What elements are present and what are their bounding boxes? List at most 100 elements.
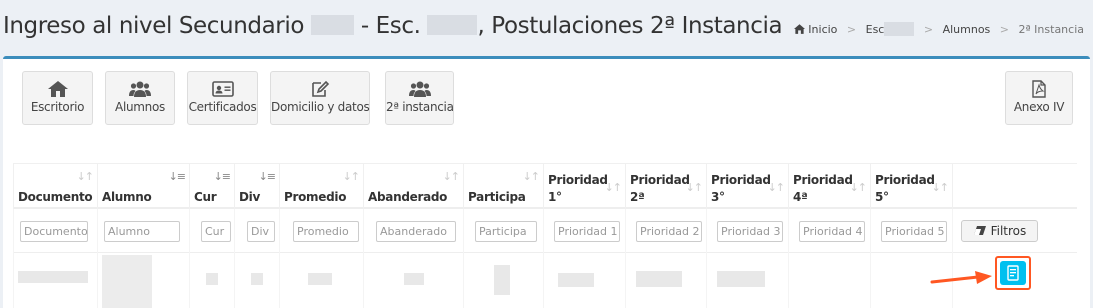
filtros-button-label: Filtros <box>990 224 1027 238</box>
column-documento[interactable]: Documento ↓↑ <box>13 164 97 210</box>
filter-cell: Participa <box>463 209 543 253</box>
column-abanderado[interactable]: Abanderado ↓↑ <box>363 164 463 210</box>
breadcrumb-separator: > <box>999 23 1009 36</box>
column-actions <box>952 164 1077 210</box>
sort-asc-icon: ↓≡ <box>168 170 186 183</box>
column-cur[interactable]: Cur ↓≡ <box>189 164 234 210</box>
sort-icon: ↓↑ <box>442 170 460 183</box>
column-label: Prioridad 5° <box>875 172 935 206</box>
toolbar-segunda-instancia-button[interactable]: 2ª instancia <box>385 71 454 125</box>
row-cell-prioridad-1 <box>543 253 625 308</box>
toolbar-domicilio-button[interactable]: Domicilio y datos <box>270 71 370 125</box>
filter-promedio-input[interactable]: Promedio <box>293 221 359 242</box>
filter-participa-input[interactable]: Participa <box>475 221 537 242</box>
column-label: Prioridad 4ª <box>793 172 853 206</box>
column-label-line2: 3° <box>711 190 725 204</box>
filter-abanderado-input[interactable]: Abanderado <box>376 221 456 242</box>
users-icon <box>408 81 431 97</box>
column-prioridad-2[interactable]: Prioridad 2ª ↓↑ <box>625 164 706 210</box>
sort-icon: ↓↑ <box>931 181 949 194</box>
users-icon <box>129 81 151 97</box>
column-prioridad-5[interactable]: Prioridad 5° ↓↑ <box>870 164 952 210</box>
row-cell-participa <box>463 253 543 308</box>
column-label-line2: 2ª <box>630 190 645 204</box>
column-div[interactable]: Div ↓≡ <box>234 164 279 210</box>
redacted-value <box>404 273 424 285</box>
filter-cell: Documento <box>13 209 97 253</box>
toolbar-button-label: Domicilio y datos <box>271 100 370 114</box>
filter-alumno-input[interactable]: Alumno <box>104 221 180 242</box>
column-label: Documento <box>18 190 93 204</box>
document-icon <box>1007 265 1019 281</box>
home-icon <box>47 81 68 97</box>
column-label-line1: Prioridad <box>793 173 853 187</box>
sort-asc-icon: ↓≡ <box>213 170 231 183</box>
filter-prioridad-4-input[interactable]: Prioridad 4 <box>799 221 865 242</box>
page-header: Ingreso al nivel Secundario - Esc. , Pos… <box>0 0 1093 56</box>
page-title-school: - Esc. <box>360 13 421 39</box>
filter-prioridad-1-input[interactable]: Prioridad 1 <box>554 221 620 242</box>
redacted-value <box>102 255 152 308</box>
redacted-value <box>558 273 594 287</box>
breadcrumb-school[interactable]: Esc <box>866 23 885 36</box>
filter-prioridad-5-input[interactable]: Prioridad 5 <box>881 221 947 242</box>
sort-icon: ↓↑ <box>522 170 540 183</box>
sort-icon: ↓↑ <box>604 181 622 194</box>
column-label-line2: 4ª <box>793 190 808 204</box>
column-participa[interactable]: Participa ↓↑ <box>463 164 543 210</box>
column-label: Prioridad 1° <box>548 172 608 206</box>
column-prioridad-3[interactable]: Prioridad 3° ↓↑ <box>706 164 788 210</box>
row-cell-abanderado <box>363 253 463 308</box>
main-box: Escritorio Alumnos Certificados Domicili… <box>3 56 1090 308</box>
row-cell-prioridad-4 <box>788 253 870 308</box>
row-cell-div <box>234 253 279 308</box>
filter-cur-input[interactable]: Cur <box>201 221 231 242</box>
breadcrumb-current: 2ª Instancia <box>1018 23 1085 36</box>
filter-documento-input[interactable]: Documento <box>20 221 88 242</box>
column-alumno[interactable]: Alumno ↓≡ <box>97 164 189 210</box>
id-card-icon <box>211 81 234 97</box>
breadcrumb-separator: > <box>923 23 934 36</box>
table-row[interactable] <box>13 253 1077 308</box>
filter-cell: Alumno <box>97 209 189 253</box>
toolbar-alumnos-button[interactable]: Alumnos <box>105 71 175 125</box>
sort-icon: ↓↑ <box>76 170 94 183</box>
filter-prioridad-2-input[interactable]: Prioridad 2 <box>636 221 702 242</box>
filter-cell: Promedio <box>279 209 363 253</box>
breadcrumb-students[interactable]: Alumnos <box>943 23 991 36</box>
row-cell-prioridad-3 <box>706 253 788 308</box>
home-icon <box>794 24 806 34</box>
filter-cell: Cur <box>189 209 234 253</box>
column-promedio[interactable]: Promedio ↓↑ <box>279 164 363 210</box>
column-label-line1: Prioridad <box>630 173 690 187</box>
column-label: Abanderado <box>368 190 448 204</box>
filter-div-input[interactable]: Div <box>247 221 275 242</box>
row-action-button[interactable] <box>1000 261 1026 285</box>
column-label-line1: Prioridad <box>711 173 771 187</box>
filter-cell: Prioridad 2 <box>625 209 706 253</box>
row-cell-documento <box>13 253 97 308</box>
toolbar-button-label: Anexo IV <box>1013 100 1065 114</box>
page-title-subtitle: , Postulaciones 2ª Instancia <box>477 13 783 39</box>
redacted-value <box>308 273 332 285</box>
sort-icon: ↓↑ <box>849 181 867 194</box>
breadcrumb-separator: > <box>846 23 857 36</box>
column-label: Participa <box>468 190 526 204</box>
redacted-breadcrumb <box>884 22 915 36</box>
toolbar-escritorio-button[interactable]: Escritorio <box>22 71 93 125</box>
filter-cell: Prioridad 1 <box>543 209 625 253</box>
toolbar-certificados-button[interactable]: Certificados <box>187 71 258 125</box>
sort-icon: ↓↑ <box>685 181 703 194</box>
filter-cell: Div <box>234 209 279 253</box>
anexo-iv-button[interactable]: Anexo IV <box>1005 71 1073 125</box>
column-prioridad-1[interactable]: Prioridad 1° ↓↑ <box>543 164 625 210</box>
filtros-button[interactable]: Filtros <box>961 220 1038 242</box>
breadcrumb-home[interactable]: Inicio <box>808 23 837 36</box>
column-prioridad-4[interactable]: Prioridad 4ª ↓↑ <box>788 164 870 210</box>
column-label-line2: 1° <box>548 190 562 204</box>
filter-prioridad-3-input[interactable]: Prioridad 3 <box>717 221 783 242</box>
redacted-value <box>636 271 682 287</box>
redacted-value <box>206 273 218 285</box>
filter-cell: Filtros <box>952 209 1077 253</box>
filter-row: Documento Alumno Cur Div Promedio Abande… <box>13 209 1077 253</box>
